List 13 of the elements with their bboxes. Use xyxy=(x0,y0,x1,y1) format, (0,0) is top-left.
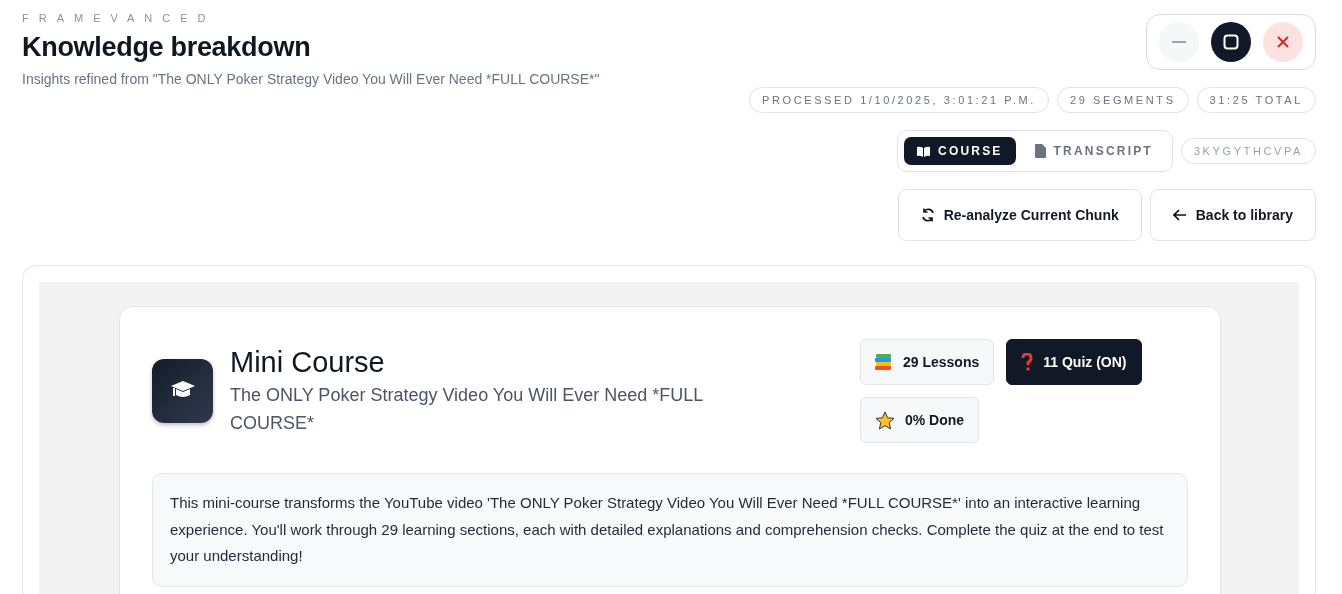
view-tab[interactable]: COURSE xyxy=(904,137,1016,165)
brand-name: FRAMEVANCED xyxy=(22,12,217,24)
course-title: Mini Course xyxy=(230,346,386,379)
course-description: This mini-course transforms the YouTube video 'The ONLY Poker Strategy Video You Will Ever Need *FULL COURSE*' into an interactive learning experience. You'll work through 29 learning sections, each with detailed explanations and comprehension checks. Complete the quiz at the end to test your understanding! xyxy=(152,473,1188,587)
view-tab[interactable]: TRANSCRIPT xyxy=(1021,137,1166,165)
reanalyze-button[interactable]: Re-analyze Current Chunk xyxy=(897,189,1142,241)
course-subtitle: The ONLY Poker Strategy Video You Will Ever Need *FULL COURSE* xyxy=(230,384,704,435)
stat-badge: 11 Quiz (ON) xyxy=(1006,339,1142,385)
page-title: Knowledge breakdown xyxy=(22,32,312,63)
stat-badge: 0% Done xyxy=(860,397,980,443)
page-subtitle: Insights refined from "The ONLY Poker Strategy Video You Will Ever Need *FULL COURSE*" xyxy=(22,71,600,87)
back-button[interactable]: Back to library xyxy=(1149,189,1316,241)
stat-badge: 29 Lessons xyxy=(860,339,995,385)
